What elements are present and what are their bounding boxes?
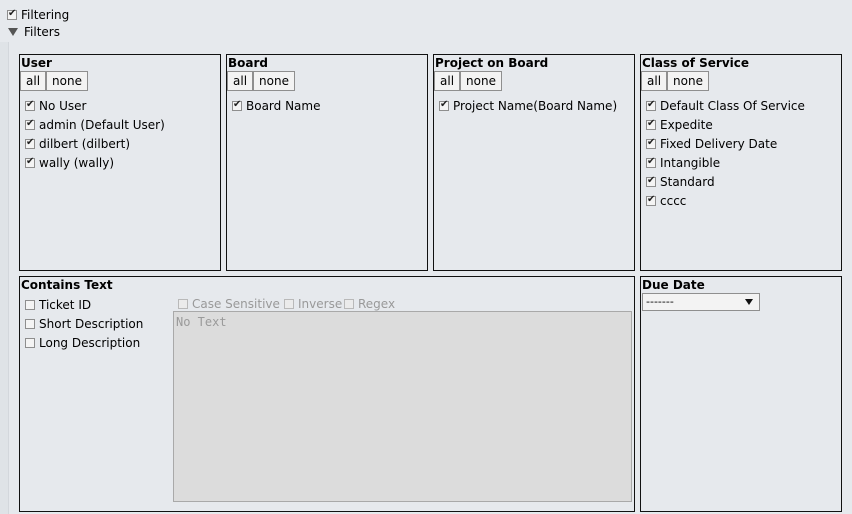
user-option-label: wally (wally) [39, 155, 115, 170]
filters-label: Filters [24, 24, 60, 39]
board-option-label: Board Name [246, 98, 321, 113]
search-text-area[interactable]: No Text [173, 311, 632, 502]
field-option[interactable]: Ticket ID [25, 297, 91, 312]
due-date-title: Due Date [642, 278, 705, 292]
cos-panel-title: Class of Service [642, 56, 750, 70]
board-option[interactable]: Board Name [232, 98, 320, 113]
field-checkbox[interactable] [25, 337, 35, 348]
case-sensitive-checkbox[interactable] [178, 298, 188, 309]
case-sensitive-option[interactable]: Case Sensitive [178, 296, 280, 311]
regex-label: Regex [358, 296, 396, 311]
user-filter-panel: User all none No User admin (Default Use… [19, 54, 221, 271]
search-text-placeholder: No Text [176, 315, 227, 329]
field-option-label: Short Description [39, 316, 144, 331]
board-none-button[interactable]: none [253, 71, 295, 91]
cos-option-label: Intangible [660, 155, 721, 170]
cos-checkbox[interactable] [646, 156, 656, 168]
user-checkbox[interactable] [25, 137, 35, 149]
inverse-option[interactable]: Inverse [284, 296, 342, 311]
field-option[interactable]: Long Description [25, 335, 140, 350]
user-option[interactable]: wally (wally) [25, 155, 114, 170]
contains-text-title: Contains Text [21, 278, 113, 292]
user-checkbox[interactable] [25, 156, 35, 168]
user-none-button[interactable]: none [46, 71, 88, 91]
project-none-button[interactable]: none [460, 71, 502, 91]
cos-option-label: Fixed Delivery Date [660, 136, 778, 151]
inverse-checkbox[interactable] [284, 298, 294, 309]
filtering-toggle[interactable]: Filtering [7, 7, 69, 22]
filters-toggle[interactable]: Filters [8, 24, 60, 39]
project-all-button[interactable]: all [434, 71, 461, 91]
user-all-button[interactable]: all [20, 71, 47, 91]
cos-checkbox[interactable] [646, 194, 656, 206]
user-option[interactable]: admin (Default User) [25, 117, 165, 132]
due-date-select[interactable]: ------- [642, 293, 760, 311]
project-panel-title: Project on Board [435, 56, 549, 70]
user-option[interactable]: No User [25, 98, 86, 113]
cos-option-label: Standard [660, 174, 715, 189]
case-sensitive-label: Case Sensitive [192, 296, 280, 311]
board-all-button[interactable]: all [227, 71, 254, 91]
chevron-down-icon [745, 299, 753, 305]
cos-option[interactable]: Expedite [646, 117, 713, 132]
filtering-checkbox[interactable] [7, 8, 17, 20]
user-option[interactable]: dilbert (dilbert) [25, 136, 130, 151]
project-checkbox[interactable] [439, 99, 449, 111]
cos-option-label: cccc [660, 193, 687, 208]
field-option-label: Long Description [39, 335, 141, 350]
cos-checkbox[interactable] [646, 99, 656, 111]
user-panel-title: User [21, 56, 52, 70]
due-date-selected-value: ------- [646, 295, 674, 308]
cos-option-label: Expedite [660, 117, 713, 132]
project-option[interactable]: Project Name(Board Name) [439, 98, 617, 113]
cos-option[interactable]: Intangible [646, 155, 720, 170]
cos-checkbox[interactable] [646, 137, 656, 149]
user-option-label: No User [39, 98, 87, 113]
board-filter-panel: Board all none Board Name [226, 54, 428, 271]
cos-option[interactable]: Default Class Of Service [646, 98, 805, 113]
user-option-label: dilbert (dilbert) [39, 136, 131, 151]
field-option[interactable]: Short Description [25, 316, 143, 331]
board-panel-title: Board [228, 56, 268, 70]
contains-text-panel: Contains Text Ticket ID Short Descriptio… [19, 276, 635, 512]
field-option-label: Ticket ID [39, 297, 92, 312]
cos-option[interactable]: Fixed Delivery Date [646, 136, 777, 151]
field-checkbox[interactable] [25, 318, 35, 329]
cos-checkbox[interactable] [646, 175, 656, 187]
cos-all-button[interactable]: all [641, 71, 668, 91]
cos-none-button[interactable]: none [667, 71, 709, 91]
regex-option[interactable]: Regex [344, 296, 395, 311]
board-checkbox[interactable] [232, 99, 242, 111]
regex-checkbox[interactable] [344, 298, 354, 309]
user-option-label: admin (Default User) [39, 117, 165, 132]
cos-option[interactable]: Standard [646, 174, 715, 189]
inverse-label: Inverse [298, 296, 343, 311]
class-of-service-filter-panel: Class of Service all none Default Class … [640, 54, 842, 271]
left-margin [0, 42, 9, 514]
cos-option-label: Default Class Of Service [660, 98, 805, 113]
triangle-down-icon[interactable] [8, 27, 18, 36]
cos-option[interactable]: cccc [646, 193, 686, 208]
due-date-panel: Due Date ------- [640, 276, 842, 512]
project-filter-panel: Project on Board all none Project Name(B… [433, 54, 635, 271]
cos-checkbox[interactable] [646, 118, 656, 130]
field-checkbox[interactable] [25, 299, 35, 310]
project-option-label: Project Name(Board Name) [453, 98, 618, 113]
user-checkbox[interactable] [25, 118, 35, 130]
user-checkbox[interactable] [25, 99, 35, 111]
filtering-label: Filtering [21, 7, 70, 22]
